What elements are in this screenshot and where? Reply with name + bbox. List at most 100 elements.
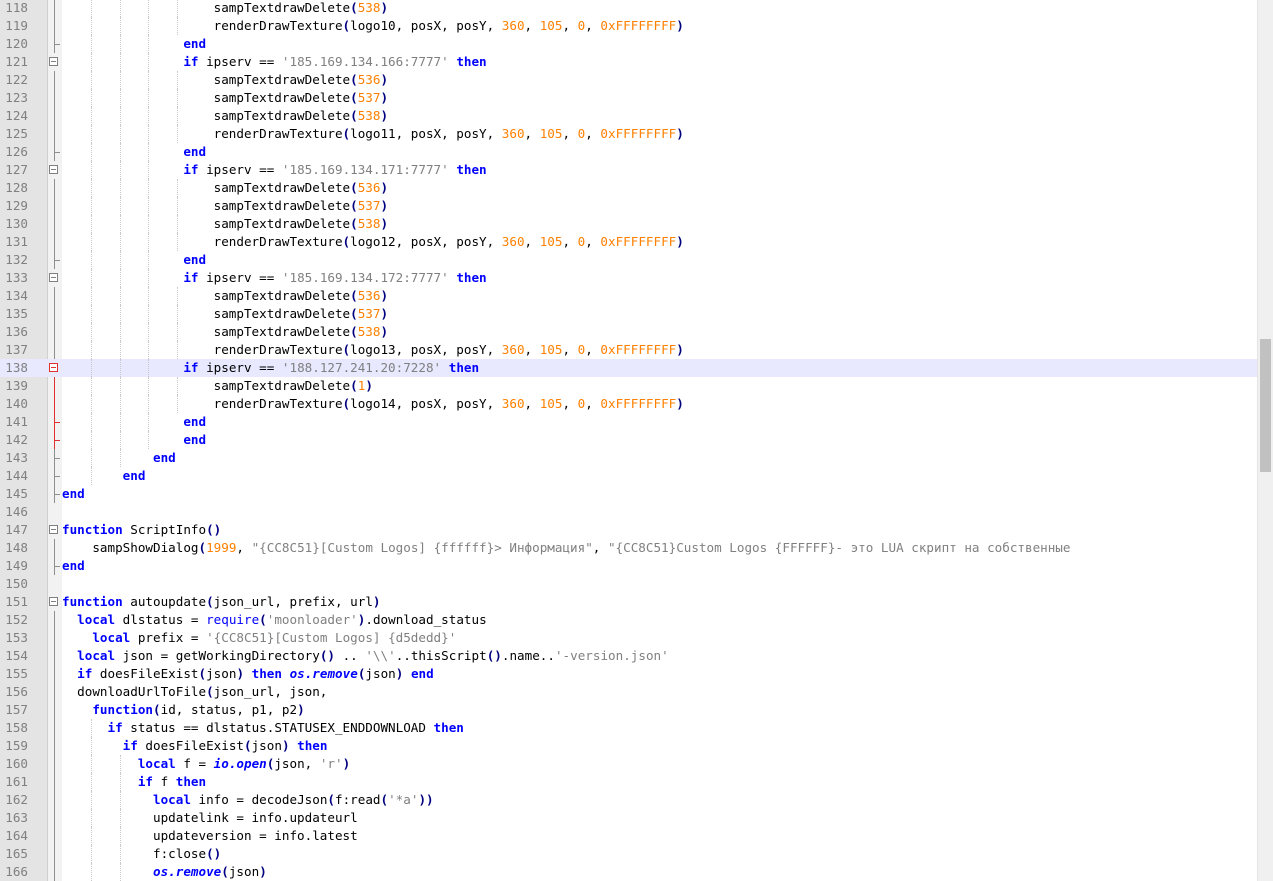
fold-toggle-icon[interactable] [49, 165, 58, 174]
code-line[interactable]: 141 end [0, 413, 1257, 431]
code-line[interactable]: 160 local f = io.open(json, 'r') [0, 755, 1257, 773]
code-line[interactable]: 149 end [0, 557, 1257, 575]
code-line[interactable]: 148 sampShowDialog(1999, "{CC8C51}[Custo… [0, 539, 1257, 557]
code-line[interactable]: 165 f:close() [0, 845, 1257, 863]
code-line[interactable]: 164 updateversion = info.latest [0, 827, 1257, 845]
code-line[interactable]: 121 if ipserv == '185.169.134.166:7777' … [0, 53, 1257, 71]
vertical-scrollbar[interactable] [1257, 0, 1273, 881]
line-number: 131 [5, 234, 28, 249]
code-text: f:close() [62, 846, 222, 861]
code-line[interactable]: 163 updatelink = info.updateurl [0, 809, 1257, 827]
fold-toggle-icon[interactable] [49, 57, 58, 66]
fold-line [54, 71, 55, 89]
code-line[interactable]: 139 sampTextdrawDelete(1) [0, 377, 1257, 395]
line-number: 132 [5, 252, 28, 267]
line-number: 125 [5, 126, 28, 141]
code-line[interactable]: 152 local dlstatus = require('moonloader… [0, 611, 1257, 629]
code-line[interactable]: 125 renderDrawTexture(logo11, posX, posY… [0, 125, 1257, 143]
line-number: 134 [5, 288, 28, 303]
code-line[interactable]: 134 sampTextdrawDelete(536) [0, 287, 1257, 305]
code-line[interactable]: 150 [0, 575, 1257, 593]
code-text: if ipserv == '185.169.134.172:7777' then [183, 270, 487, 285]
code-line[interactable]: 128 sampTextdrawDelete(536) [0, 179, 1257, 197]
line-number: 161 [5, 774, 28, 789]
code-line[interactable]: 159 if doesFileExist(json) then [0, 737, 1257, 755]
code-line[interactable]: 166 os.remove(json) [0, 863, 1257, 881]
code-line[interactable]: 132 end [0, 251, 1257, 269]
fold-line [54, 377, 55, 395]
code-line[interactable]: 138 if ipserv == '188.127.241.20:7228' t… [0, 359, 1257, 377]
code-text: if status == dlstatus.STATUSEX_ENDDOWNLO… [107, 720, 464, 735]
code-line[interactable]: 158 if status == dlstatus.STATUSEX_ENDDO… [0, 719, 1257, 737]
fold-toggle-icon[interactable] [49, 597, 58, 606]
code-text: if ipserv == '185.169.134.171:7777' then [183, 162, 487, 177]
scrollbar-thumb[interactable] [1260, 339, 1271, 472]
code-text: sampTextdrawDelete(538) [62, 216, 389, 231]
line-number: 164 [5, 828, 28, 843]
fold-line [54, 863, 55, 881]
code-line[interactable]: 135 sampTextdrawDelete(537) [0, 305, 1257, 323]
line-number: 148 [5, 540, 28, 555]
code-line[interactable]: 146 [0, 503, 1257, 521]
code-text: local json = getWorkingDirectory() .. '\… [77, 648, 669, 663]
code-editor[interactable]: 118 sampTextdrawDelete(538) 119 renderDra… [0, 0, 1273, 881]
code-line[interactable]: 140 renderDrawTexture(logo14, posX, posY… [0, 395, 1257, 413]
code-line[interactable]: 137 renderDrawTexture(logo13, posX, posY… [0, 341, 1257, 359]
code-line[interactable]: 130 sampTextdrawDelete(538) [0, 215, 1257, 233]
code-line[interactable]: 127 if ipserv == '185.169.134.171:7777' … [0, 161, 1257, 179]
fold-toggle-icon[interactable] [49, 525, 58, 534]
code-line[interactable]: 154 local json = getWorkingDirectory() .… [0, 647, 1257, 665]
code-line[interactable]: 161 if f then [0, 773, 1257, 791]
fold-line [54, 647, 55, 665]
code-text: sampTextdrawDelete(537) [62, 90, 389, 105]
code-line[interactable]: 157 function(id, status, p1, p2) [0, 701, 1257, 719]
code-text: local prefix = '{CC8C51}[Custom Logos] {… [92, 630, 457, 645]
fold-line [54, 827, 55, 845]
code-text: sampTextdrawDelete(536) [62, 180, 389, 195]
code-text: sampTextdrawDelete(1) [62, 378, 373, 393]
code-line[interactable]: 151 function autoupdate(json_url, prefix,… [0, 593, 1257, 611]
code-line[interactable]: 136 sampTextdrawDelete(538) [0, 323, 1257, 341]
code-text: end [62, 486, 85, 501]
line-number: 159 [5, 738, 28, 753]
code-line[interactable]: 147 function ScriptInfo() [0, 521, 1257, 539]
code-line[interactable]: 153 local prefix = '{CC8C51}[Custom Logo… [0, 629, 1257, 647]
code-line[interactable]: 143 end [0, 449, 1257, 467]
code-line[interactable]: 122 sampTextdrawDelete(536) [0, 71, 1257, 89]
code-line[interactable]: 120 end [0, 35, 1257, 53]
code-line[interactable]: 162 local info = decodeJson(f:read('*a')… [0, 791, 1257, 809]
line-number: 130 [5, 216, 28, 231]
line-number: 139 [5, 378, 28, 393]
line-number: 133 [5, 270, 28, 285]
code-line[interactable]: 155 if doesFileExist(json) then os.remov… [0, 665, 1257, 683]
code-line[interactable]: 131 renderDrawTexture(logo12, posX, posY… [0, 233, 1257, 251]
fold-line [54, 341, 55, 359]
code-line[interactable]: 156 downloadUrlToFile(json_url, json, [0, 683, 1257, 701]
code-line[interactable]: 133 if ipserv == '185.169.134.172:7777' … [0, 269, 1257, 287]
code-line[interactable]: 129 sampTextdrawDelete(537) [0, 197, 1257, 215]
code-line[interactable]: 124 sampTextdrawDelete(538) [0, 107, 1257, 125]
code-text: renderDrawTexture(logo14, posX, posY, 36… [62, 396, 684, 411]
line-number: 141 [5, 414, 28, 429]
code-line[interactable]: 123 sampTextdrawDelete(537) [0, 89, 1257, 107]
code-text: downloadUrlToFile(json_url, json, [62, 684, 328, 699]
fold-line [54, 719, 55, 737]
fold-toggle-icon[interactable] [49, 273, 58, 282]
code-line[interactable]: 145 end [0, 485, 1257, 503]
fold-line [54, 539, 55, 557]
fold-toggle-icon[interactable] [49, 363, 58, 372]
code-line[interactable]: 142 end [0, 431, 1257, 449]
line-number: 155 [5, 666, 28, 681]
code-text: local f = io.open(json, 'r') [137, 756, 351, 771]
fold-line [54, 611, 55, 629]
code-line[interactable]: 119 renderDrawTexture(logo10, posX, posY… [0, 17, 1257, 35]
code-text: updatelink = info.updateurl [62, 810, 358, 825]
code-line[interactable]: 118 sampTextdrawDelete(538) [0, 0, 1257, 17]
code-line[interactable]: 144 end [0, 467, 1257, 485]
line-number: 120 [5, 36, 28, 51]
line-number: 137 [5, 342, 28, 357]
line-number: 153 [5, 630, 28, 645]
code-text: function ScriptInfo() [62, 522, 222, 537]
code-line[interactable]: 126 end [0, 143, 1257, 161]
line-number: 118 [5, 0, 28, 15]
